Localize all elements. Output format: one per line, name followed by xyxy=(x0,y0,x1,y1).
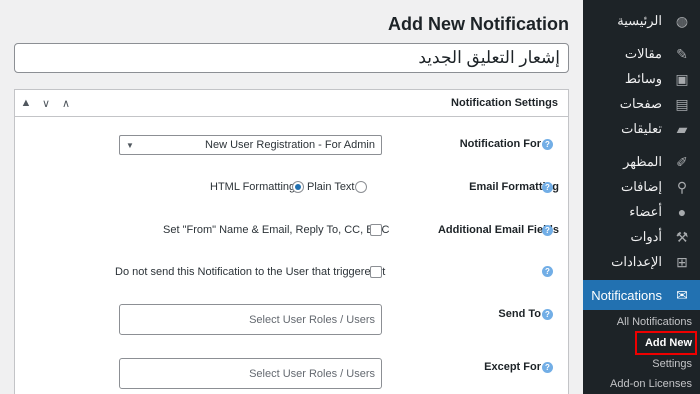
notification-title-input[interactable]: إشعار التعليق الجديد xyxy=(14,43,569,73)
additional-fields-checkbox[interactable] xyxy=(370,224,382,236)
help-icon[interactable]: ? xyxy=(542,309,553,320)
sidebar-item-label: الإعدادات xyxy=(611,254,662,269)
help-icon[interactable]: ? xyxy=(542,362,553,373)
notification-for-label: Notification For xyxy=(459,138,541,150)
sidebar-item-settings[interactable]: الإعدادات ⊞ xyxy=(583,249,700,275)
pin-icon: ✎ xyxy=(676,45,688,62)
sidebar-item-plugins[interactable]: إضافات ⚲ xyxy=(583,174,700,200)
sidebar-item-label: المظهر xyxy=(623,154,662,169)
additional-fields-checkbox-label: Set "From" Name & Email, Reply To, CC, B… xyxy=(163,224,390,236)
sidebar-item-tools[interactable]: أدوات ⚒ xyxy=(583,224,700,250)
sidebar-item-label: الرئيسية xyxy=(617,13,662,28)
sidebar-item-label: أدوات xyxy=(630,229,662,244)
sidebar-item-posts[interactable]: مقالات ✎ xyxy=(583,41,700,67)
metabox-header: ▲ ∨ ∧ Notification Settings xyxy=(15,90,568,117)
settings-icon: ⊞ xyxy=(676,253,688,270)
sidebar-item-label: مقالات xyxy=(624,46,662,61)
submenu-addon-licenses[interactable]: Add-on Licenses xyxy=(583,378,700,390)
page-title: Add New Notification xyxy=(388,14,569,34)
plugins-icon: ⚲ xyxy=(676,178,688,195)
sidebar-item-comments[interactable]: تعليقات ▰ xyxy=(583,116,700,142)
sidebar-item-pages[interactable]: صفحات ▤ xyxy=(583,91,700,117)
dashboard-icon: ◍ xyxy=(675,12,689,29)
highlight-box xyxy=(635,331,697,355)
submenu-settings[interactable]: Settings xyxy=(583,358,700,370)
sidebar-item-notifications[interactable]: Notifications ✉ xyxy=(583,280,700,310)
send-to-label: Send To xyxy=(498,308,541,320)
html-formatting-radio[interactable] xyxy=(355,181,367,193)
move-down-icon[interactable]: ∨ xyxy=(39,97,53,110)
help-icon[interactable]: ? xyxy=(542,182,553,193)
help-icon[interactable]: ? xyxy=(542,266,553,277)
help-icon[interactable]: ? xyxy=(542,139,553,150)
plain-text-option-label: Plain Text xyxy=(307,181,355,193)
send-to-select[interactable]: Select User Roles / Users xyxy=(119,304,382,335)
move-up-icon[interactable]: ▲ xyxy=(19,97,33,110)
admin-sidebar: الرئيسية ◍ مقالات ✎ وسائط ▣ صفحات ▤ تعلي… xyxy=(583,0,700,394)
comments-icon: ▰ xyxy=(676,120,688,137)
plain-text-radio[interactable] xyxy=(292,181,304,193)
sidebar-item-label: وسائط xyxy=(624,71,662,86)
do-not-send-checkbox[interactable] xyxy=(370,266,382,278)
sidebar-item-media[interactable]: وسائط ▣ xyxy=(583,66,700,92)
sidebar-item-label: Notifications xyxy=(591,287,662,303)
do-not-send-checkbox-label: Do not send this Notification to the Use… xyxy=(115,266,386,278)
pages-icon: ▤ xyxy=(675,95,689,112)
metabox-title: Notification Settings xyxy=(451,97,558,109)
additional-email-fields-label: Additional Email Fields xyxy=(437,224,559,236)
metabox-controls: ▲ ∨ ∧ xyxy=(19,97,73,110)
collapse-icon[interactable]: ∧ xyxy=(59,97,73,110)
users-icon: ● xyxy=(677,204,687,220)
help-icon[interactable]: ? xyxy=(542,225,553,236)
sidebar-item-label: تعليقات xyxy=(621,121,662,136)
sidebar-item-dashboard[interactable]: الرئيسية ◍ xyxy=(583,8,700,34)
sidebar-item-label: أعضاء xyxy=(629,204,662,219)
html-formatting-option-label: HTML Formatting xyxy=(210,181,296,193)
main-content: Add New Notification إشعار التعليق الجدي… xyxy=(0,0,583,394)
except-for-select[interactable]: Select User Roles / Users xyxy=(119,358,382,389)
appearance-icon: ✐ xyxy=(676,153,688,170)
sidebar-item-label: إضافات xyxy=(620,179,662,194)
sidebar-item-appearance[interactable]: المظهر ✐ xyxy=(583,149,700,175)
media-icon: ▣ xyxy=(675,70,689,87)
envelope-icon: ✉ xyxy=(676,286,688,303)
except-for-label: Except For xyxy=(484,361,541,373)
tools-icon: ⚒ xyxy=(675,228,689,245)
notification-for-select[interactable]: ▼ New User Registration - For Admin xyxy=(119,135,382,155)
sidebar-item-users[interactable]: أعضاء ● xyxy=(583,199,700,225)
notification-for-value: New User Registration - For Admin xyxy=(205,139,375,151)
submenu-all-notifications[interactable]: All Notifications xyxy=(583,316,700,328)
sidebar-item-label: صفحات xyxy=(619,96,662,111)
dropdown-caret-icon: ▼ xyxy=(126,140,134,150)
